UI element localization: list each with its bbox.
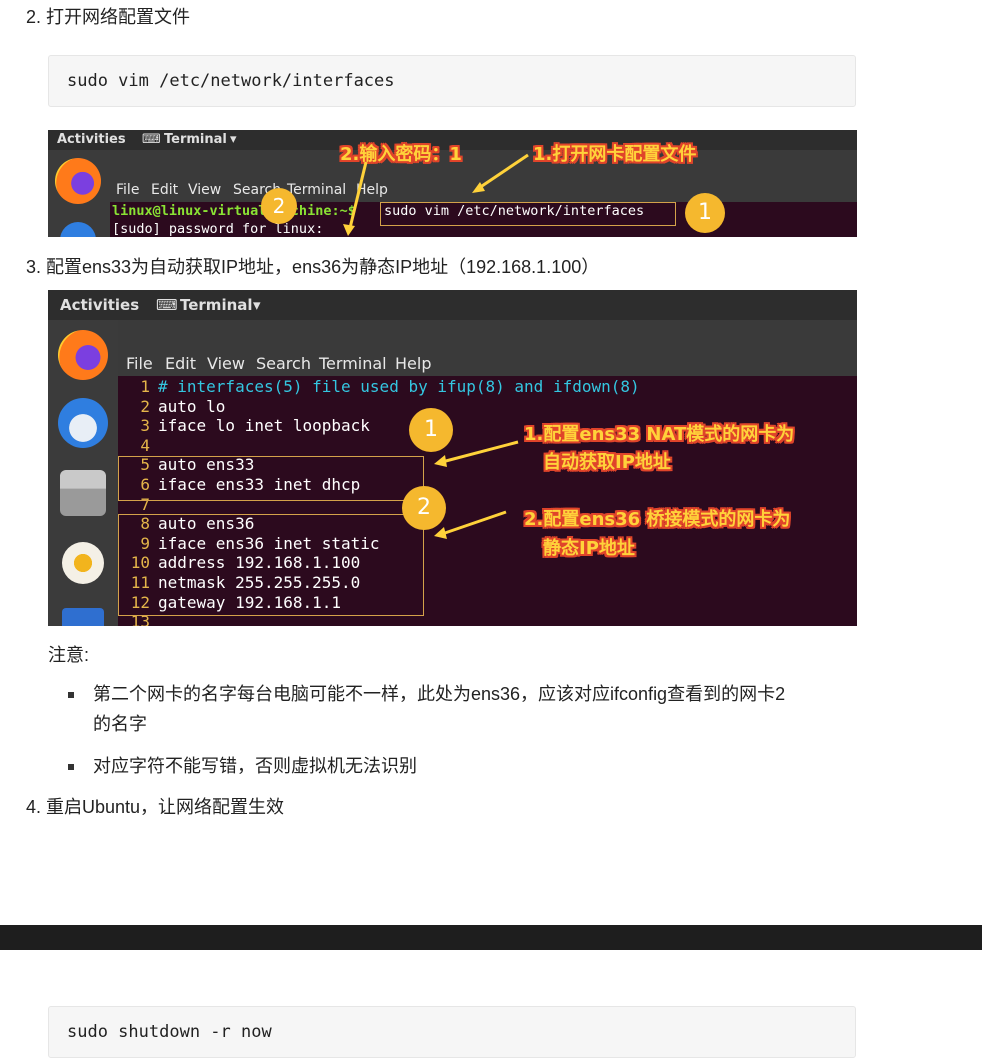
code-block-vim[interactable]: sudo vim /etc/network/interfaces — [48, 55, 856, 107]
annotation-arrows — [434, 440, 519, 539]
annotation-arrows — [343, 153, 529, 236]
bullet-square-icon — [68, 764, 74, 770]
note-title: 注意: — [48, 645, 90, 665]
step-3-heading: 3. 配置ens33为自动获取IP地址，ens36为静态IP地址（192.168… — [26, 257, 600, 277]
code-block-shutdown[interactable]: sudo shutdown -r now — [48, 1006, 856, 1058]
note-item-2: 对应字符不能写错，否则虚拟机无法识别 — [68, 752, 868, 780]
code-text: sudo shutdown -r now — [67, 1022, 272, 1042]
note-item-1: 第二个网卡的名字每台电脑可能不一样，此处为ens36，应该对应ifconfig查… — [68, 680, 868, 736]
dark-divider-band — [0, 925, 982, 950]
note-item-1-text-cont: 的名字 — [93, 714, 147, 734]
terminal-screenshot-2: Activities ⌨ Terminal ▾ File Edit View S… — [48, 290, 857, 626]
terminal-screenshot-1: Activities ⌨ Terminal ▾ File Edit View S… — [48, 130, 857, 237]
bullet-square-icon — [68, 692, 74, 698]
note-item-2-text: 对应字符不能写错，否则虚拟机无法识别 — [93, 756, 417, 776]
step-2-heading: 2. 打开网络配置文件 — [26, 7, 191, 27]
step-4-heading: 4. 重启Ubuntu，让网络配置生效 — [26, 797, 285, 817]
code-text: sudo vim /etc/network/interfaces — [67, 71, 395, 91]
note-item-1-text: 第二个网卡的名字每台电脑可能不一样，此处为ens36，应该对应ifconfig查… — [93, 684, 786, 704]
